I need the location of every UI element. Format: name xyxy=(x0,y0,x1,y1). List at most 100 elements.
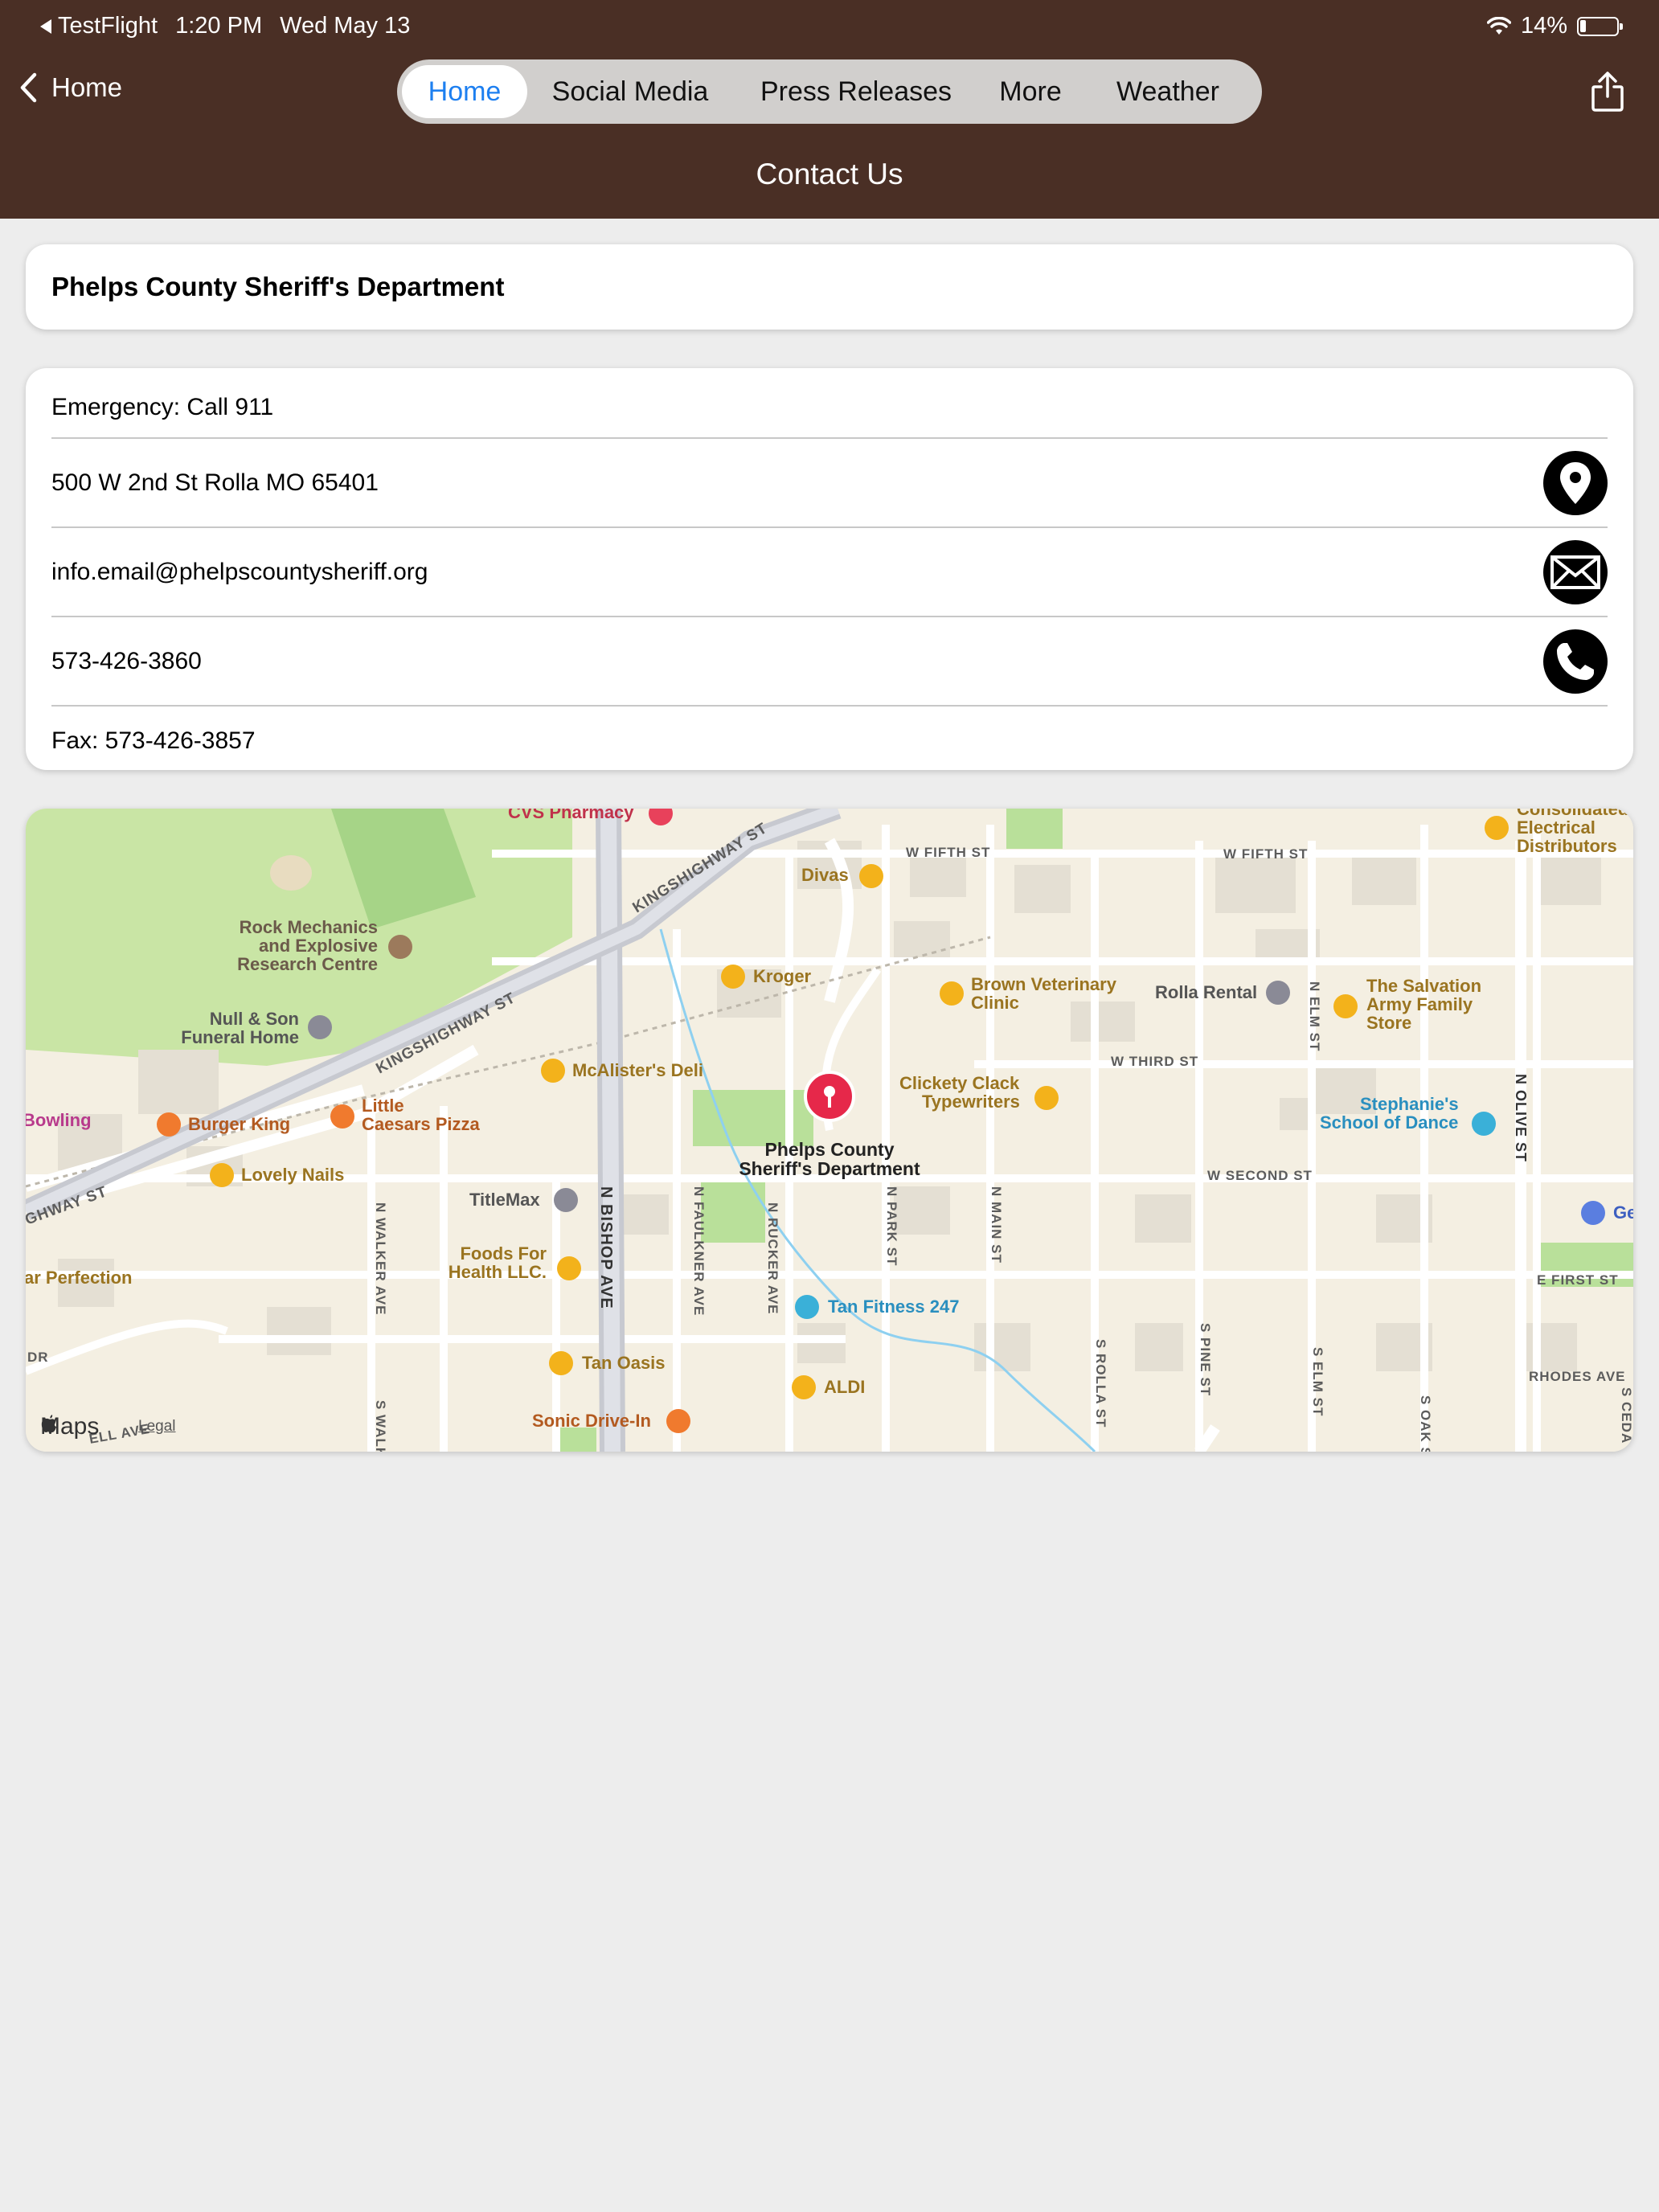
street-label: N BISHOP AVE xyxy=(597,1186,615,1309)
poi-label: Caesars Pizza xyxy=(362,1114,481,1134)
street-label: N ELM ST xyxy=(1307,981,1322,1051)
grocery-icon xyxy=(557,1256,581,1280)
email-button[interactable] xyxy=(1543,539,1608,604)
street-label: S ROLLA ST xyxy=(1093,1339,1108,1428)
poi-label: Tan Oasis xyxy=(582,1353,666,1373)
fax-row: Fax: 573-426-3857 xyxy=(51,707,1608,776)
org-name: Phelps County Sheriff's Department xyxy=(51,272,505,301)
street-label: W FIFTH ST xyxy=(1223,846,1308,862)
street-label: RHODES AVE xyxy=(1529,1369,1626,1384)
wifi-icon xyxy=(1486,16,1511,35)
street-label: W SECOND ST xyxy=(1207,1168,1313,1183)
poi-label: Rock Mechanics xyxy=(240,917,378,937)
poi-label: Research Centre xyxy=(237,954,378,974)
poi-label: Lovely Nails xyxy=(241,1165,344,1185)
apple-logo-icon xyxy=(41,1415,56,1432)
poi-label: ar Perfection xyxy=(26,1268,133,1288)
back-to-app-icon[interactable] xyxy=(40,18,51,34)
tab-press-releases[interactable]: Press Releases xyxy=(733,65,979,118)
poi-label: Distributors xyxy=(1517,836,1617,856)
store-icon xyxy=(1485,816,1509,840)
tanning-icon xyxy=(549,1351,573,1375)
dance-icon xyxy=(1472,1112,1496,1136)
salon-icon xyxy=(210,1163,234,1187)
fax-text: Fax: 573-426-3857 xyxy=(51,727,256,754)
restaurant-icon xyxy=(541,1059,565,1083)
phone-row[interactable]: 573-426-3860 xyxy=(51,617,1608,707)
street-label: S OAK S xyxy=(1418,1395,1433,1452)
street-label: S PINE ST xyxy=(1198,1323,1213,1396)
poi-label: Clickety Clack xyxy=(899,1073,1020,1093)
chevron-left-icon xyxy=(20,72,37,103)
poi-label: Little xyxy=(362,1096,404,1116)
store-icon xyxy=(1034,1086,1059,1110)
poi-label: Funeral Home xyxy=(181,1027,299,1047)
apple-maps-logo: Maps xyxy=(40,1413,99,1440)
fastfood-icon xyxy=(666,1409,690,1433)
status-date: Wed May 13 xyxy=(280,13,411,39)
share-button[interactable] xyxy=(1590,71,1625,117)
status-right: 14% xyxy=(1486,13,1623,39)
fastfood-icon xyxy=(157,1112,181,1137)
pizza-icon xyxy=(330,1104,354,1129)
rental-icon xyxy=(1266,981,1290,1005)
poi-label: Store xyxy=(1366,1013,1411,1033)
ballfield xyxy=(270,855,312,891)
poi-label: Typewriters xyxy=(922,1092,1020,1112)
status-time: 1:20 PM xyxy=(175,13,263,39)
battery-percent: 14% xyxy=(1520,13,1567,39)
org-name-card: Phelps County Sheriff's Department xyxy=(26,244,1633,330)
street-label: S WALK xyxy=(373,1400,388,1452)
tab-social-media[interactable]: Social Media xyxy=(527,65,733,118)
poi-label: Ge xyxy=(1613,1202,1633,1223)
street-label: N RUCKER AVE xyxy=(765,1202,780,1315)
poi-label: The Salvation xyxy=(1366,976,1481,996)
battery-icon xyxy=(1577,16,1623,36)
poi-label: Null & Son xyxy=(210,1009,299,1029)
back-button[interactable]: Home xyxy=(19,72,122,103)
park-sheriff xyxy=(693,1090,813,1146)
email-row[interactable]: info.email@phelpscountysheriff.org xyxy=(51,528,1608,617)
finance-icon xyxy=(554,1188,578,1212)
place-icon xyxy=(1581,1201,1605,1225)
email-text: info.email@phelpscountysheriff.org xyxy=(51,558,428,585)
street-label: N WALKER AVE xyxy=(373,1202,388,1315)
store-icon xyxy=(1333,994,1358,1018)
grocery-cart-icon xyxy=(792,1375,816,1399)
fitness-icon xyxy=(795,1295,819,1319)
education-icon xyxy=(388,935,412,959)
call-button[interactable] xyxy=(1543,629,1608,694)
street-label: W FIFTH ST xyxy=(906,845,990,860)
street-label: W THIRD ST xyxy=(1111,1054,1198,1069)
poi-label: Divas xyxy=(801,865,849,885)
tab-weather[interactable]: Weather xyxy=(1082,65,1254,118)
map-view[interactable]: W FIFTH ST W FIFTH ST KINGSHIGHWAY ST KI… xyxy=(26,809,1633,1452)
poi-label: CVS Pharmacy xyxy=(508,809,634,822)
section-tabs: Home Social Media Press Releases More We… xyxy=(397,59,1262,124)
tab-more[interactable]: More xyxy=(979,65,1082,118)
phone-icon xyxy=(1557,642,1594,680)
poi-label: Kroger xyxy=(753,966,812,986)
street-label: S CEDA xyxy=(1619,1387,1633,1444)
street-label: S ELM ST xyxy=(1310,1347,1325,1416)
tab-home[interactable]: Home xyxy=(402,65,527,118)
share-icon xyxy=(1591,72,1624,112)
park-north xyxy=(1006,809,1063,849)
poi-label: Burger King xyxy=(188,1114,290,1134)
legal-link[interactable]: Legal xyxy=(138,1418,176,1436)
poi-label: School of Dance xyxy=(1320,1112,1458,1133)
poi-label: TitleMax xyxy=(469,1190,540,1210)
nav-header: TestFlight 1:20 PM Wed May 13 14% Home H… xyxy=(0,0,1659,219)
pin-label: Phelps County xyxy=(764,1139,894,1160)
poi-label: McAlister's Deli xyxy=(572,1060,703,1080)
street-label: N MAIN ST xyxy=(989,1186,1004,1264)
status-left: TestFlight 1:20 PM Wed May 13 xyxy=(40,13,428,39)
poi-label: Bowling xyxy=(26,1110,92,1130)
address-row[interactable]: 500 W 2nd St Rolla MO 65401 xyxy=(51,439,1608,528)
status-app-name[interactable]: TestFlight xyxy=(58,13,158,39)
directions-button[interactable] xyxy=(1543,450,1608,515)
street-label: E FIRST ST xyxy=(1537,1272,1619,1288)
street-label: N FAULKNER AVE xyxy=(691,1186,707,1316)
map-canvas[interactable]: W FIFTH ST W FIFTH ST KINGSHIGHWAY ST KI… xyxy=(26,809,1633,1452)
back-label: Home xyxy=(51,72,123,102)
